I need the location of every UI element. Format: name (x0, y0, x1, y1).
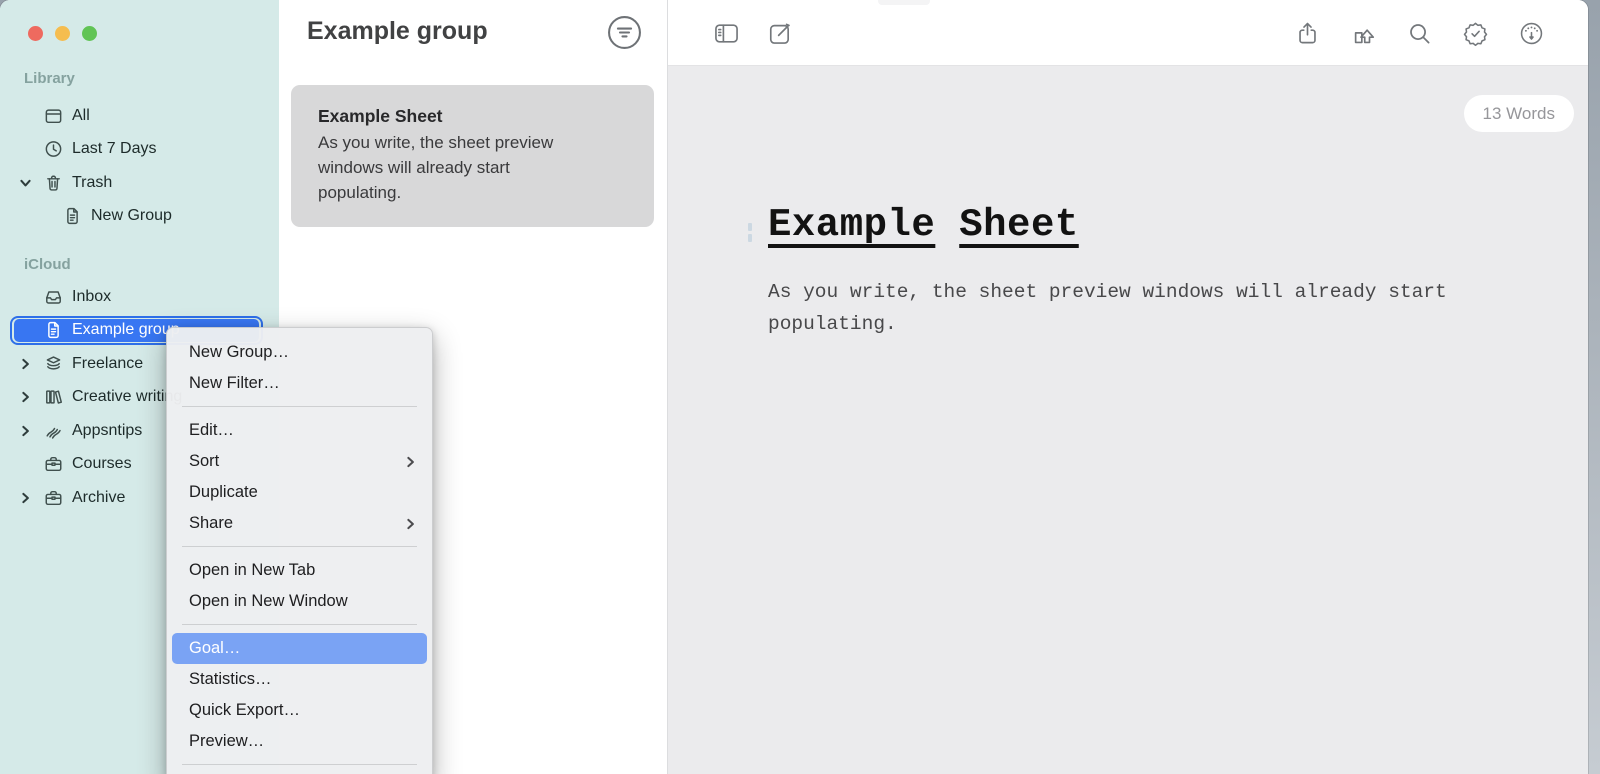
editor-pane: 13 Words Example Sheet As you write, the… (668, 0, 1588, 774)
gauge-icon (1517, 19, 1546, 48)
word-count-badge: 13 Words (1464, 95, 1574, 132)
desktop-backdrop: Library All Last 7 Days Trash New Group iClou… (0, 0, 1600, 774)
menu-item-new-group[interactable]: New Group… (172, 337, 427, 368)
sidebar-item-label: Appsntips (72, 422, 142, 440)
menu-item-quick-export[interactable]: Quick Export… (172, 695, 427, 726)
layers-icon (43, 353, 64, 374)
sidebar-item-label: Example group (72, 321, 180, 339)
sidebar-item-label: Trash (72, 174, 112, 192)
editor-heading[interactable]: Example Sheet (768, 203, 1079, 247)
sidebar-item-label: New Group (91, 207, 172, 225)
books-icon (43, 387, 64, 408)
menu-item-sort[interactable]: Sort (172, 446, 427, 477)
sheet-icon (62, 206, 83, 227)
sheet-icon (43, 320, 64, 341)
menu-item-edit[interactable]: Edit… (172, 415, 427, 446)
group-title: Example group (307, 17, 488, 46)
menu-item-preview[interactable]: Preview… (172, 726, 427, 757)
menu-item-share[interactable]: Share (172, 508, 427, 539)
context-menu: New Group…New Filter…Edit…SortDuplicateS… (166, 327, 433, 774)
sheet-card-preview: As you write, the sheet preview windows … (318, 130, 590, 205)
share-icon (1293, 19, 1322, 48)
filter-icon[interactable] (607, 15, 642, 50)
compose-icon (766, 19, 795, 48)
zoom-button[interactable] (82, 26, 97, 41)
traffic-lights (28, 26, 97, 41)
menu-item-goal[interactable]: Goal… (172, 633, 427, 664)
search-icon (1405, 19, 1434, 48)
sidebar-item-new-group[interactable]: New Group (0, 201, 279, 232)
chevron-right-icon[interactable] (19, 391, 32, 404)
new-sheet-button[interactable] (766, 19, 795, 48)
chevron-right-icon[interactable] (19, 357, 32, 370)
sidebar-item-all[interactable]: All (0, 100, 279, 131)
sidebar-item-label: Inbox (72, 288, 111, 306)
editor-body-text[interactable]: As you write, the sheet preview windows … (768, 277, 1468, 340)
inbox-icon (43, 286, 64, 307)
sidebar-toggle-icon (712, 19, 741, 48)
menu-item-statistics[interactable]: Statistics… (172, 664, 427, 695)
trash-icon (43, 172, 64, 193)
section-header-library: Library (24, 70, 75, 87)
sidebar-item-label: Freelance (72, 355, 143, 373)
export-icon (1349, 19, 1378, 48)
briefcase-icon (43, 487, 64, 508)
sidebar-item-label: Archive (72, 489, 125, 507)
menu-item-open-in-new-tab[interactable]: Open in New Tab (172, 555, 427, 586)
briefcase-icon (43, 454, 64, 475)
menu-separator (182, 624, 417, 625)
chevron-right-icon[interactable] (19, 491, 32, 504)
scribble-icon (43, 420, 64, 441)
quick-export-button[interactable] (1349, 19, 1378, 48)
menu-item-new-filter[interactable]: New Filter… (172, 368, 427, 399)
tab-bar-indicator (878, 0, 930, 5)
sidebar-toggle-button[interactable] (712, 19, 741, 48)
sidebar-item-label: All (72, 107, 90, 125)
menu-item-duplicate[interactable]: Duplicate (172, 477, 427, 508)
submenu-chevron-icon (404, 455, 417, 468)
search-button[interactable] (1405, 19, 1434, 48)
minimize-button[interactable] (55, 26, 70, 41)
close-button[interactable] (28, 26, 43, 41)
menu-separator (182, 406, 417, 407)
sidebar-item-last-7-days[interactable]: Last 7 Days (0, 134, 279, 165)
submenu-chevron-icon (404, 517, 417, 530)
dashboard-button[interactable] (1517, 19, 1546, 48)
menu-separator (182, 546, 417, 547)
menu-item-open-in-new-window[interactable]: Open in New Window (172, 586, 427, 617)
revision-button[interactable] (1461, 19, 1490, 48)
heading-level-marker (748, 223, 753, 245)
share-button[interactable] (1293, 19, 1322, 48)
sidebar-item-label: Courses (72, 455, 132, 473)
clock-icon (43, 139, 64, 160)
sidebar-item-inbox[interactable]: Inbox (0, 281, 279, 312)
check-badge-icon (1461, 19, 1490, 48)
sheet-preview-card[interactable]: Example Sheet As you write, the sheet pr… (291, 85, 654, 227)
menu-separator (182, 764, 417, 765)
editor-toolbar (668, 0, 1588, 66)
all-icon (43, 105, 64, 126)
sheet-card-title: Example Sheet (318, 106, 627, 127)
sidebar-item-trash[interactable]: Trash (0, 167, 279, 198)
sidebar-item-label: Last 7 Days (72, 140, 156, 158)
section-header-icloud: iCloud (24, 256, 71, 273)
chevron-down-icon[interactable] (19, 176, 32, 189)
chevron-right-icon[interactable] (19, 424, 32, 437)
